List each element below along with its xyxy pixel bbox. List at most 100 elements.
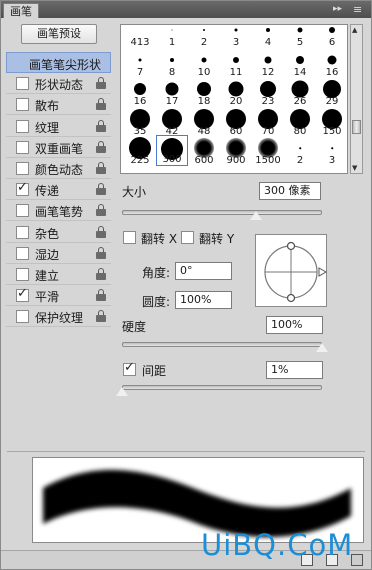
brush-presets-button[interactable]: 画笔预设 <box>21 24 97 44</box>
hardness-slider-thumb[interactable] <box>315 342 329 353</box>
brush-setting-12[interactable]: 保护纹理 <box>6 306 111 328</box>
lock-icon[interactable] <box>96 162 106 174</box>
brush-setting-8[interactable]: 杂色 <box>6 222 111 243</box>
brush-tip-cell[interactable]: 17 <box>156 76 188 107</box>
brush-tip-cell[interactable]: 150 <box>316 106 347 137</box>
setting-checkbox[interactable] <box>16 246 29 260</box>
lock-icon[interactable] <box>96 183 106 196</box>
setting-checkbox[interactable] <box>16 225 29 239</box>
brush-tip-cell[interactable]: 2 <box>284 135 316 166</box>
brush-tip-cell[interactable]: 16 <box>316 47 347 78</box>
brush-tip-cell[interactable]: 4 <box>252 25 284 48</box>
flip-y-checkbox[interactable] <box>181 231 194 244</box>
brush-setting-5[interactable]: 颜色动态 <box>6 158 111 179</box>
brush-tip-cell[interactable]: 1500 <box>252 135 284 166</box>
brush-tip-cell[interactable]: 11 <box>220 47 252 78</box>
brush-tip-dot <box>297 27 303 33</box>
brush-setting-0[interactable]: 画笔笔尖形状 <box>6 52 111 73</box>
setting-checkbox[interactable] <box>16 310 29 324</box>
setting-checkbox[interactable] <box>16 162 29 175</box>
brush-tip-cell[interactable]: 29 <box>316 76 347 107</box>
brush-tip-cell[interactable]: 14 <box>284 47 316 78</box>
brush-grid-scrollbar[interactable]: ▲ ▼ <box>350 24 363 174</box>
scrollbar-thumb[interactable] <box>352 120 361 134</box>
setting-checkbox[interactable] <box>16 140 29 154</box>
brush-setting-4[interactable]: 双重画笔 <box>6 137 111 158</box>
brush-tip-cell[interactable]: 42 <box>156 106 188 137</box>
spacing-slider-track[interactable] <box>122 385 322 390</box>
brush-setting-10[interactable]: 建立 <box>6 264 111 285</box>
brush-tip-cell[interactable]: 2 <box>188 25 220 48</box>
hardness-label: 硬度 <box>122 320 147 334</box>
setting-checkbox[interactable] <box>16 268 29 281</box>
brush-setting-11[interactable]: 平滑 <box>6 285 111 307</box>
setting-checkbox[interactable] <box>16 98 29 112</box>
brush-tip-cell[interactable]: 12 <box>252 47 284 78</box>
size-slider-thumb[interactable] <box>249 210 263 221</box>
setting-checkbox[interactable] <box>16 286 29 303</box>
brush-tip-cell[interactable]: 18 <box>188 76 220 107</box>
brush-tip-cell[interactable]: 10 <box>188 47 220 78</box>
brush-tip-cell[interactable]: 60 <box>220 106 252 137</box>
brush-tip-cell[interactable]: 20 <box>220 76 252 107</box>
brush-tip-cell[interactable]: 413 <box>124 25 156 48</box>
brush-tip-cell[interactable]: 300 <box>156 135 188 166</box>
scroll-down-icon[interactable]: ▼ <box>352 164 357 172</box>
roundness-field[interactable]: 100% <box>175 291 232 309</box>
lock-icon[interactable] <box>96 310 106 323</box>
spacing-checkbox[interactable] <box>123 360 136 376</box>
size-field[interactable]: 300 像素 <box>259 182 321 200</box>
brush-tip-cell[interactable]: 26 <box>284 76 316 107</box>
brush-tip-size: 3 <box>328 155 336 166</box>
hardness-slider-track[interactable] <box>122 342 322 347</box>
lock-icon[interactable] <box>96 246 106 259</box>
setting-checkbox[interactable] <box>16 119 29 133</box>
lock-icon[interactable] <box>96 289 106 302</box>
lock-icon[interactable] <box>96 77 106 90</box>
brush-tip-cell[interactable]: 16 <box>124 76 156 107</box>
brush-tip-cell[interactable]: 7 <box>124 47 156 78</box>
brush-tip-grid[interactable]: 413 1 2 3 4 5 6 7 8 10 11 12 14 16 16 17 18 20 23 26 29 35 42 4… <box>120 24 348 174</box>
setting-checkbox[interactable] <box>16 77 29 91</box>
brush-tip-cell[interactable]: 8 <box>156 47 188 78</box>
scroll-up-icon[interactable]: ▲ <box>352 26 357 34</box>
panel-menu-icon[interactable]: ≡ <box>353 4 362 15</box>
lock-icon[interactable] <box>96 268 106 280</box>
angle-field[interactable]: 0° <box>175 262 232 280</box>
brush-setting-7[interactable]: 画笔笔势 <box>6 200 111 222</box>
brush-tip-cell[interactable]: 1 <box>156 25 188 48</box>
lock-icon[interactable] <box>96 98 106 111</box>
brush-tip-cell[interactable]: 3 <box>316 135 347 166</box>
lock-icon[interactable] <box>96 119 106 132</box>
flip-x-checkbox[interactable] <box>123 231 136 244</box>
brush-tip-cell[interactable]: 23 <box>252 76 284 107</box>
setting-checkbox[interactable] <box>16 204 29 218</box>
brush-setting-1[interactable]: 形状动态 <box>6 73 111 95</box>
brush-tip-cell[interactable]: 70 <box>252 106 284 137</box>
tab-brush[interactable]: 画笔 <box>3 3 39 18</box>
brush-tip-cell[interactable]: 225 <box>124 135 156 166</box>
brush-setting-2[interactable]: 散布 <box>6 94 111 116</box>
brush-tip-cell[interactable]: 80 <box>284 106 316 137</box>
brush-tip-cell[interactable]: 48 <box>188 106 220 137</box>
angle-roundness-widget[interactable] <box>255 234 328 307</box>
brush-setting-3[interactable]: 纹理 <box>6 116 111 137</box>
collapse-icon[interactable]: ▸▸ <box>333 4 342 15</box>
setting-checkbox[interactable] <box>16 180 29 197</box>
lock-icon[interactable] <box>96 140 106 153</box>
divider <box>7 451 365 452</box>
hardness-field[interactable]: 100% <box>266 316 323 334</box>
brush-tip-cell[interactable]: 900 <box>220 135 252 166</box>
brush-tip-cell[interactable]: 35 <box>124 106 156 137</box>
spacing-field[interactable]: 1% <box>266 361 323 379</box>
brush-tip-cell[interactable]: 600 <box>188 135 220 166</box>
brush-tip-cell[interactable]: 5 <box>284 25 316 48</box>
brush-tip-cell[interactable]: 3 <box>220 25 252 48</box>
brush-setting-6[interactable]: 传递 <box>6 179 111 201</box>
lock-icon[interactable] <box>96 204 106 217</box>
spacing-slider-thumb[interactable] <box>115 386 129 397</box>
brush-tip-cell[interactable]: 6 <box>316 25 347 48</box>
size-slider-track[interactable] <box>122 210 322 215</box>
lock-icon[interactable] <box>96 225 106 238</box>
brush-setting-9[interactable]: 湿边 <box>6 243 111 264</box>
